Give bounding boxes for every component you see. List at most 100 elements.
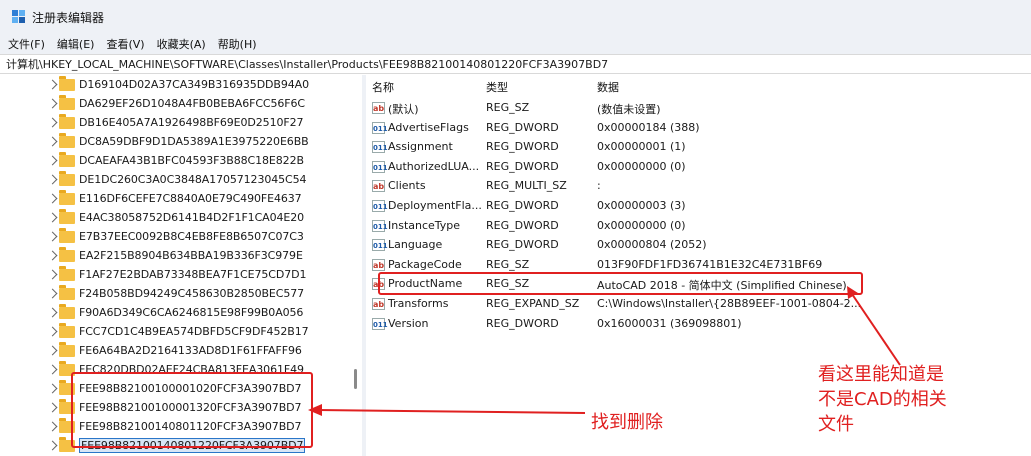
value-row[interactable]: ab (默认) REG_SZ (数值未设置)	[366, 99, 1031, 118]
title-bar: 注册表编辑器	[0, 0, 1031, 34]
chevron-right-icon[interactable]	[47, 383, 58, 394]
value-row[interactable]: ab Transforms REG_EXPAND_SZ C:\Windows\Inst…	[366, 295, 1031, 314]
chevron-right-icon[interactable]	[47, 117, 58, 128]
chevron-right-icon[interactable]	[47, 136, 58, 147]
value-row[interactable]: 011 AuthorizedLUA... REG_DWORD 0x00000000 (…	[366, 158, 1031, 177]
folder-icon	[59, 228, 75, 243]
tree-item[interactable]: F24B058BD94249C458630B2850BEC577	[0, 285, 350, 304]
tree-item[interactable]: F90A6D349C6CA6246815E98F99B0A056	[0, 304, 350, 323]
tree-item-label[interactable]: DE1DC260C3A0C3848A17057123045C54	[79, 173, 307, 186]
menu-edit[interactable]: 编辑(E)	[57, 36, 95, 52]
tree-item-label[interactable]: DB16E405A7A1926498BF69E0D2510F27	[79, 116, 304, 129]
column-header-type[interactable]: 类型	[486, 79, 508, 95]
menu-file[interactable]: 文件(F)	[8, 36, 45, 52]
value-name[interactable]: AuthorizedLUA...	[388, 160, 479, 173]
chevron-right-icon[interactable]	[47, 174, 58, 185]
value-row[interactable]: 011 Assignment REG_DWORD 0x00000001 (1)	[366, 138, 1031, 157]
tree-item[interactable]: E7B37EEC0092B8C4EB8FE8B6507C07C3	[0, 228, 350, 247]
tree-item-label[interactable]: DCAEAFA43B1BFC04593F3B88C18E822B	[79, 154, 304, 167]
tree-item-label[interactable]: F24B058BD94249C458630B2850BEC577	[79, 287, 304, 300]
registry-editor-icon	[12, 10, 26, 24]
tree-scrollbar[interactable]	[350, 75, 361, 456]
value-data: C:\Windows\Installer\{28B89EEF-1001-0804…	[597, 297, 862, 310]
value-type: REG_DWORD	[486, 140, 559, 154]
menu-view[interactable]: 查看(V)	[106, 36, 144, 52]
folder-icon	[59, 304, 75, 319]
chevron-right-icon[interactable]	[47, 326, 58, 337]
tree-item-label[interactable]: F1AF27E2BDAB73348BEA7F1CE75CD7D1	[79, 268, 307, 281]
menu-favorites[interactable]: 收藏夹(A)	[157, 36, 206, 52]
chevron-right-icon[interactable]	[47, 402, 58, 413]
value-name[interactable]: Clients	[388, 179, 426, 192]
folder-icon	[59, 209, 75, 224]
value-row[interactable]: 011 AdvertiseFlags REG_DWORD 0x00000184 (38…	[366, 119, 1031, 138]
tree-item-label[interactable]: D169104D02A37CA349B316935DDB94A0	[79, 78, 309, 91]
folder-icon	[59, 323, 75, 338]
tree-item[interactable]: FCC7CD1C4B9EA574DBFD5CF9DF452B17	[0, 323, 350, 342]
value-name[interactable]: Assignment	[388, 140, 453, 153]
tree-item[interactable]: DE1DC260C3A0C3848A17057123045C54	[0, 171, 350, 190]
chevron-right-icon[interactable]	[47, 421, 58, 432]
column-header-name[interactable]: 名称	[372, 79, 394, 95]
chevron-right-icon[interactable]	[47, 212, 58, 223]
value-row[interactable]: 011 DeploymentFla... REG_DWORD 0x00000003 (…	[366, 197, 1031, 216]
value-name[interactable]: PackageCode	[388, 258, 462, 271]
value-row[interactable]: ab Clients REG_MULTI_SZ:	[366, 177, 1031, 196]
tree-item-label[interactable]: E116DF6CEFE7C8840A0E79C490FE4637	[79, 192, 302, 205]
tree-item[interactable]: F1AF27E2BDAB73348BEA7F1CE75CD7D1	[0, 266, 350, 285]
tree-item[interactable]: FE6A64BA2D2164133AD8D1F61FFAFF96	[0, 342, 350, 361]
value-name[interactable]: AdvertiseFlags	[388, 121, 469, 134]
value-row[interactable]: 011 Language REG_DWORD 0x00000804 (2052)	[366, 236, 1031, 255]
value-type: REG_DWORD	[486, 159, 559, 173]
column-header-data[interactable]: 数据	[597, 79, 619, 95]
tree-item[interactable]: D169104D02A37CA349B316935DDB94A0	[0, 76, 350, 95]
address-path[interactable]: 计算机\HKEY_LOCAL_MACHINE\SOFTWARE\Classes\…	[6, 56, 608, 72]
tree-item-label[interactable]: E4AC38058752D6141B4D2F1F1CA04E20	[79, 211, 304, 224]
value-name[interactable]: (默认)	[388, 101, 419, 117]
tree-item[interactable]: DC8A59DBF9D1DA5389A1E3975220E6BB	[0, 133, 350, 152]
value-name[interactable]: Version	[388, 317, 428, 330]
chevron-right-icon[interactable]	[47, 269, 58, 280]
tree-scrollbar-thumb[interactable]	[354, 369, 357, 389]
value-data: 0x00000000 (0)	[597, 218, 686, 232]
tree-item[interactable]: E4AC38058752D6141B4D2F1F1CA04E20	[0, 209, 350, 228]
tree-item-label[interactable]: DC8A59DBF9D1DA5389A1E3975220E6BB	[79, 135, 309, 148]
tree-item-label[interactable]: FCC7CD1C4B9EA574DBFD5CF9DF452B17	[79, 325, 309, 338]
value-name[interactable]: InstanceType	[388, 219, 460, 232]
chevron-right-icon[interactable]	[47, 288, 58, 299]
value-name[interactable]: DeploymentFla...	[388, 199, 482, 212]
string-value-icon: ab	[372, 298, 385, 310]
chevron-right-icon[interactable]	[47, 345, 58, 356]
value-name[interactable]: Language	[388, 238, 442, 251]
value-row[interactable]: 011 InstanceType REG_DWORD 0x00000000 (0)	[366, 217, 1031, 236]
menu-help[interactable]: 帮助(H)	[218, 36, 257, 52]
chevron-right-icon[interactable]	[47, 250, 58, 261]
folder-icon	[59, 171, 75, 186]
chevron-right-icon[interactable]	[47, 231, 58, 242]
tree-item[interactable]: E116DF6CEFE7C8840A0E79C490FE4637	[0, 190, 350, 209]
chevron-right-icon[interactable]	[47, 307, 58, 318]
string-value-icon: ab	[372, 258, 385, 271]
tree-item-label[interactable]: E7B37EEC0092B8C4EB8FE8B6507C07C3	[79, 230, 304, 243]
chevron-right-icon[interactable]	[47, 440, 58, 451]
value-data: 013F90FDF1FD36741B1E32C4E731BF69	[597, 257, 823, 271]
chevron-right-icon[interactable]	[47, 79, 58, 90]
tree-item[interactable]: DCAEAFA43B1BFC04593F3B88C18E822B	[0, 152, 350, 171]
tree-item[interactable]: DA629EF26D1048A4FB0BEBA6FCC56F6C	[0, 95, 350, 114]
tree-item-label[interactable]: F90A6D349C6CA6246815E98F99B0A056	[79, 306, 303, 319]
address-bar[interactable]: 计算机\HKEY_LOCAL_MACHINE\SOFTWARE\Classes\…	[0, 54, 1031, 74]
tree-item[interactable]: EA2F215B8904B634BBA19B336F3C979E	[0, 247, 350, 266]
chevron-right-icon[interactable]	[47, 155, 58, 166]
value-row[interactable]: 011 Version REG_DWORD 0x16000031 (369098801…	[366, 315, 1031, 334]
highlight-box-tree	[71, 372, 313, 448]
tree-item-label[interactable]: DA629EF26D1048A4FB0BEBA6FCC56F6C	[79, 97, 305, 110]
tree-item[interactable]: DB16E405A7A1926498BF69E0D2510F27	[0, 114, 350, 133]
tree-item-label[interactable]: EA2F215B8904B634BBA19B336F3C979E	[79, 249, 303, 262]
tree-item-label[interactable]: FE6A64BA2D2164133AD8D1F61FFAFF96	[79, 344, 302, 357]
chevron-right-icon[interactable]	[47, 98, 58, 109]
value-name[interactable]: Transforms	[388, 297, 448, 310]
value-type: REG_SZ	[486, 257, 530, 271]
chevron-right-icon[interactable]	[47, 193, 58, 204]
chevron-right-icon[interactable]	[47, 364, 58, 375]
menu-bar: 文件(F) 编辑(E) 查看(V) 收藏夹(A) 帮助(H)	[0, 34, 1031, 54]
